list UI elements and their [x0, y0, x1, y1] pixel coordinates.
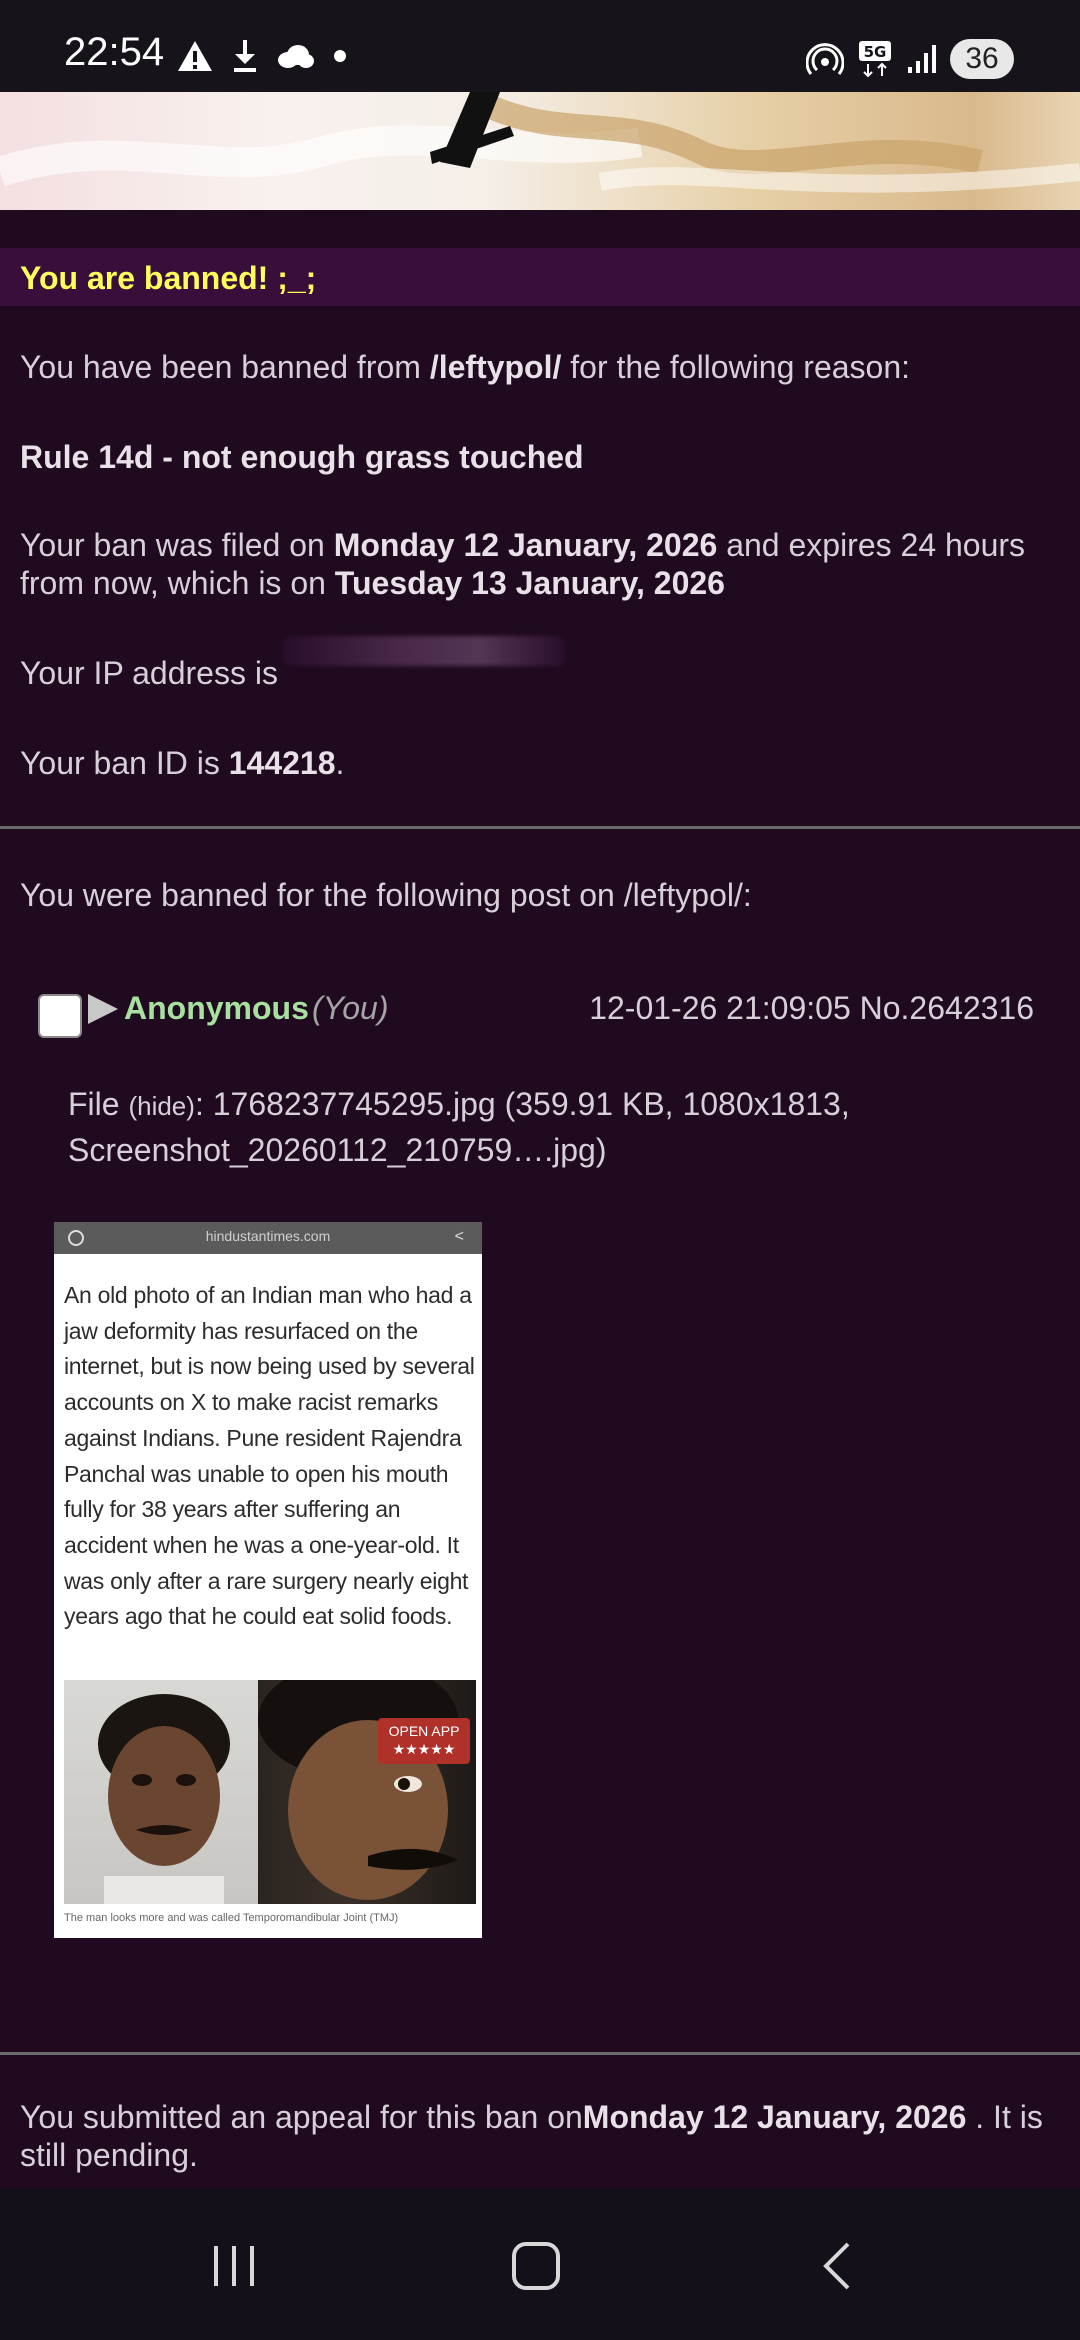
- ban-intro: You have been banned from /leftypol/ for…: [20, 349, 911, 385]
- alert-triangle-icon: [178, 41, 212, 71]
- svg-text:5G: 5G: [864, 43, 887, 61]
- navigation-bar: [0, 2188, 1080, 2340]
- divider: [0, 826, 1080, 829]
- filed-date: Monday 12 January, 2026: [333, 527, 718, 563]
- 5g-icon: 5G: [859, 41, 891, 78]
- appeal-date: Monday 12 January, 2026: [582, 2099, 967, 2135]
- post-header: Anonymous (You) 12-01-26 21:09:05 No.264…: [38, 986, 1058, 1042]
- hide-file-link[interactable]: (hide): [128, 1091, 194, 1121]
- thumbnail-article-text: An old photo of an Indian man who had a …: [64, 1282, 475, 1630]
- rating-stars: ★★★★★: [392, 1741, 456, 1757]
- home-icon[interactable]: [504, 2240, 568, 2292]
- divider: [0, 2052, 1080, 2055]
- board-name: /leftypol/: [429, 349, 562, 385]
- post-menu-triangle-icon[interactable]: [88, 994, 118, 1024]
- ban-id-line: Your ban ID is 144218.: [20, 745, 345, 781]
- battery-indicator: 36: [950, 39, 1014, 79]
- share-icon: <: [454, 1228, 464, 1245]
- appeal-status: You submitted an appeal for this ban onM…: [20, 2099, 1043, 2173]
- thumbnail-caption: The man looks more and was called Tempor…: [64, 1912, 399, 1924]
- status-time: 22:54: [64, 30, 165, 74]
- post-intro: You were banned for the following post o…: [20, 877, 752, 913]
- post-image-thumbnail[interactable]: hindustantimes.com < An old photo of an …: [54, 1222, 482, 1938]
- ip-address-redaction: [282, 636, 566, 666]
- post-number[interactable]: No.2642316: [860, 990, 1034, 1026]
- banner-artwork: [0, 92, 1080, 193]
- open-app-badge: OPEN APP ★★★★★: [378, 1718, 470, 1764]
- poster-name: Anonymous: [124, 990, 309, 1026]
- post-datetime: 12-01-26 21:09:05: [589, 990, 851, 1026]
- hotspot-icon: [806, 43, 844, 75]
- ban-header: You are banned! ;_;: [0, 248, 1080, 306]
- recent-apps-icon[interactable]: [202, 2240, 266, 2292]
- ban-title: You are banned! ;_;: [20, 260, 317, 296]
- status-bar: 22:54 5G 36: [0, 0, 1080, 92]
- back-icon[interactable]: [808, 2240, 872, 2292]
- dot-icon: [334, 50, 346, 62]
- board-banner[interactable]: [0, 92, 1080, 210]
- thumbnail-browser-bar: hindustantimes.com <: [54, 1222, 482, 1254]
- cloud-icon: [278, 45, 314, 68]
- photo-face-profile: OPEN APP ★★★★★: [258, 1680, 476, 1904]
- expires-date: Tuesday 13 January, 2026: [334, 565, 725, 601]
- file-info: File (hide): 1768237745295.jpg (359.91 K…: [68, 1086, 850, 1168]
- ban-reason: Rule 14d - not enough grass touched: [20, 439, 584, 475]
- photo-face-front: [64, 1680, 262, 1904]
- you-tag: (You): [312, 990, 389, 1026]
- post-select-checkbox[interactable]: [38, 994, 82, 1038]
- ban-id: 144218: [228, 745, 336, 781]
- ban-dates: Your ban was filed on Monday 12 January,…: [20, 527, 1026, 601]
- download-icon: [234, 40, 256, 72]
- signal-icon: [908, 45, 936, 73]
- post-meta: 12-01-26 21:09:05 No.2642316: [589, 990, 1034, 1027]
